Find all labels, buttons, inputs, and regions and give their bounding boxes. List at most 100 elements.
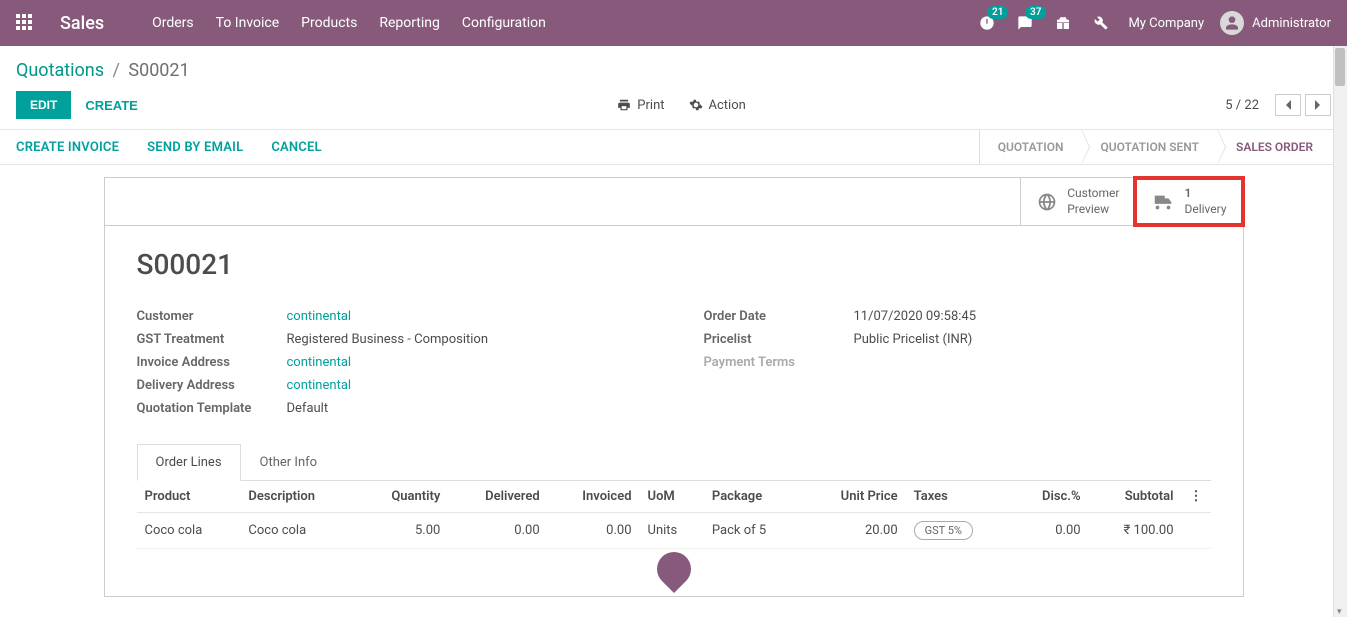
payment-terms-label: Payment Terms bbox=[704, 355, 854, 370]
pricelist-label: Pricelist bbox=[704, 332, 854, 347]
action-button[interactable]: Action bbox=[689, 98, 746, 113]
tabs: Order Lines Other Info bbox=[137, 444, 1211, 481]
th-uom[interactable]: UoM bbox=[640, 481, 704, 513]
statusbar: QUOTATION QUOTATION SENT SALES ORDER bbox=[979, 130, 1331, 164]
status-quotation-sent[interactable]: QUOTATION SENT bbox=[1081, 130, 1217, 164]
tab-order-lines[interactable]: Order Lines bbox=[137, 444, 241, 481]
edit-button[interactable]: EDIT bbox=[16, 91, 71, 119]
delivery-button[interactable]: 1 Delivery bbox=[1135, 178, 1242, 225]
cell-taxes: GST 5% bbox=[906, 513, 1012, 549]
print-label: Print bbox=[637, 98, 664, 113]
cell-uom: Units bbox=[640, 513, 704, 549]
customer-label: Customer bbox=[137, 309, 287, 324]
cell-description: Coco cola bbox=[240, 513, 356, 549]
pager-previous[interactable] bbox=[1275, 94, 1301, 116]
gst-value: Registered Business - Composition bbox=[287, 332, 644, 347]
sheet-container: Customer Preview 1 Delivery S00021 C bbox=[0, 165, 1347, 597]
status-sales-order[interactable]: SALES ORDER bbox=[1217, 130, 1331, 164]
cell-options bbox=[1182, 513, 1211, 549]
cell-delivered: 0.00 bbox=[448, 513, 547, 549]
scrollbar[interactable]: ▴ ▾ bbox=[1333, 46, 1347, 617]
globe-icon bbox=[1037, 192, 1057, 212]
th-description[interactable]: Description bbox=[240, 481, 356, 513]
customer-value[interactable]: continental bbox=[287, 309, 352, 324]
delivery-addr-value[interactable]: continental bbox=[287, 378, 352, 393]
th-unit-price[interactable]: Unit Price bbox=[803, 481, 906, 513]
th-delivered[interactable]: Delivered bbox=[448, 481, 547, 513]
send-by-email-button[interactable]: SEND BY EMAIL bbox=[147, 140, 243, 155]
th-invoiced[interactable]: Invoiced bbox=[548, 481, 640, 513]
tab-other-info[interactable]: Other Info bbox=[241, 444, 337, 480]
order-lines-table: Product Description Quantity Delivered I… bbox=[137, 481, 1211, 549]
menu-products[interactable]: Products bbox=[301, 15, 357, 31]
scrollbar-thumb[interactable] bbox=[1335, 48, 1345, 86]
cancel-button[interactable]: CANCEL bbox=[271, 140, 321, 155]
cell-package: Pack of 5 bbox=[704, 513, 803, 549]
cell-product: Coco cola bbox=[137, 513, 241, 549]
th-quantity[interactable]: Quantity bbox=[357, 481, 449, 513]
activity-icon[interactable]: 21 bbox=[976, 12, 998, 34]
customer-preview-label-1: Customer bbox=[1067, 186, 1119, 202]
cell-unit-price: 20.00 bbox=[803, 513, 906, 549]
create-invoice-button[interactable]: CREATE INVOICE bbox=[16, 140, 119, 155]
discuss-count: 37 bbox=[1025, 6, 1046, 19]
menu-orders[interactable]: Orders bbox=[152, 15, 194, 31]
pager-text: 5 / 22 bbox=[1225, 98, 1259, 113]
breadcrumb-sep: / bbox=[112, 60, 119, 81]
menu-reporting[interactable]: Reporting bbox=[379, 15, 440, 31]
user-name: Administrator bbox=[1252, 16, 1331, 31]
table-row[interactable]: Coco cola Coco cola 5.00 0.00 0.00 Units… bbox=[137, 513, 1211, 549]
quote-tpl-label: Quotation Template bbox=[137, 401, 287, 416]
status-quotation[interactable]: QUOTATION bbox=[979, 130, 1082, 164]
app-name[interactable]: Sales bbox=[60, 13, 104, 34]
th-disc[interactable]: Disc.% bbox=[1012, 481, 1089, 513]
invoice-addr-label: Invoice Address bbox=[137, 355, 287, 370]
status-row: CREATE INVOICE SEND BY EMAIL CANCEL QUOT… bbox=[0, 129, 1347, 165]
th-options-icon[interactable]: ⋮ bbox=[1182, 481, 1211, 513]
truck-icon bbox=[1152, 192, 1174, 212]
customer-preview-label-2: Preview bbox=[1067, 202, 1119, 218]
pricelist-value: Public Pricelist (INR) bbox=[854, 332, 1211, 347]
customer-preview-button[interactable]: Customer Preview bbox=[1020, 178, 1135, 225]
menu-configuration[interactable]: Configuration bbox=[462, 15, 546, 31]
delivery-count: 1 bbox=[1184, 186, 1226, 202]
cell-invoiced: 0.00 bbox=[548, 513, 640, 549]
create-button[interactable]: CREATE bbox=[85, 98, 137, 113]
breadcrumb-current: S00021 bbox=[128, 60, 189, 81]
cell-disc: 0.00 bbox=[1012, 513, 1089, 549]
activity-count: 21 bbox=[987, 6, 1008, 19]
pager-next[interactable] bbox=[1305, 94, 1331, 116]
quote-tpl-value: Default bbox=[287, 401, 644, 416]
form-sheet: Customer Preview 1 Delivery S00021 C bbox=[104, 177, 1244, 597]
order-date-value: 11/07/2020 09:58:45 bbox=[854, 309, 1211, 324]
control-panel: EDIT CREATE Print Action 5 / 22 bbox=[0, 81, 1347, 129]
th-taxes[interactable]: Taxes bbox=[906, 481, 1012, 513]
th-package[interactable]: Package bbox=[704, 481, 803, 513]
cell-subtotal: ₹ 100.00 bbox=[1089, 513, 1182, 549]
th-subtotal[interactable]: Subtotal bbox=[1089, 481, 1182, 513]
breadcrumb-root[interactable]: Quotations bbox=[16, 60, 104, 81]
breadcrumb-row: Quotations / S00021 bbox=[0, 46, 1347, 81]
tax-pill: GST 5% bbox=[914, 521, 973, 540]
scrollbar-down-icon[interactable]: ▾ bbox=[1337, 607, 1342, 617]
gift-icon[interactable] bbox=[1052, 12, 1074, 34]
apps-icon[interactable] bbox=[16, 14, 34, 32]
cell-quantity: 5.00 bbox=[357, 513, 449, 549]
menu-to-invoice[interactable]: To Invoice bbox=[216, 15, 280, 31]
invoice-addr-value[interactable]: continental bbox=[287, 355, 352, 370]
print-button[interactable]: Print bbox=[617, 98, 664, 113]
tools-icon[interactable] bbox=[1090, 12, 1112, 34]
order-date-label: Order Date bbox=[704, 309, 854, 324]
topbar: Sales Orders To Invoice Products Reporti… bbox=[0, 0, 1347, 46]
print-icon bbox=[617, 98, 631, 112]
main-menu: Orders To Invoice Products Reporting Con… bbox=[152, 15, 546, 31]
user-menu[interactable]: Administrator bbox=[1220, 11, 1331, 35]
delivery-label: Delivery bbox=[1184, 202, 1226, 218]
action-label: Action bbox=[709, 98, 746, 113]
delivery-addr-label: Delivery Address bbox=[137, 378, 287, 393]
th-product[interactable]: Product bbox=[137, 481, 241, 513]
record-title: S00021 bbox=[137, 248, 1211, 281]
breadcrumb: Quotations / S00021 bbox=[16, 60, 1331, 81]
discuss-icon[interactable]: 37 bbox=[1014, 12, 1036, 34]
company-selector[interactable]: My Company bbox=[1128, 16, 1204, 31]
